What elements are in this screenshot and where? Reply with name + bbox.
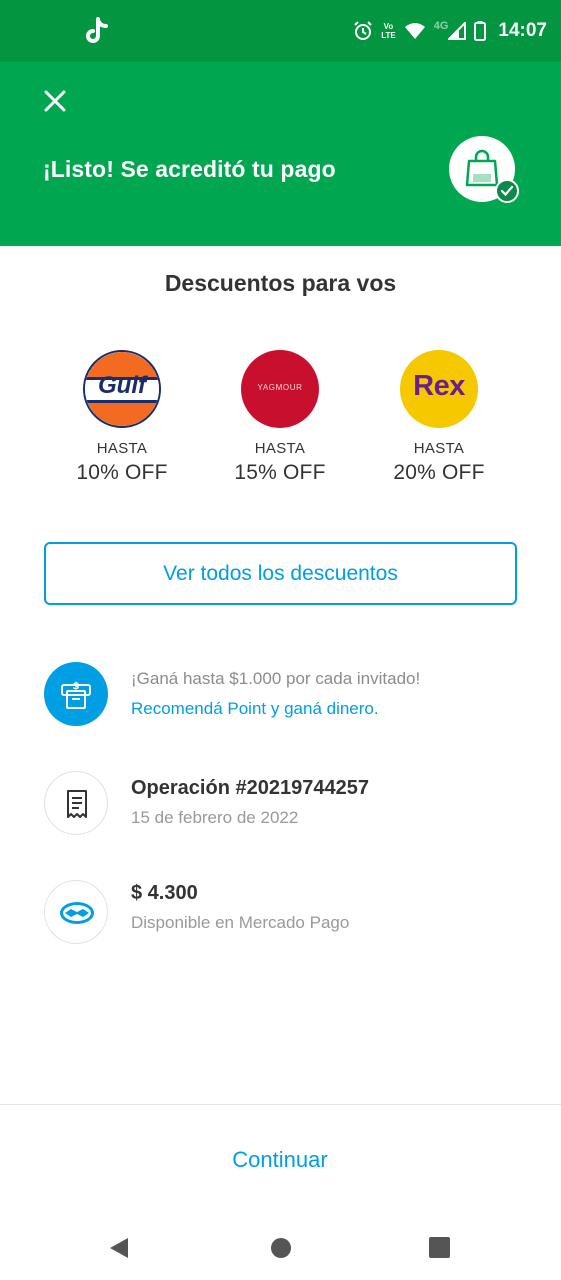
referral-text: ¡Ganá hasta $1.000 por cada invitado!	[131, 669, 421, 688]
discount-prefix: HASTA	[96, 440, 148, 457]
see-all-discounts-button[interactable]: Ver todos los descuentos	[44, 542, 517, 605]
balance-amount: $ 4.300	[131, 882, 198, 904]
referral-icon-circle: $	[44, 662, 108, 726]
network-type: 4G	[433, 20, 449, 32]
gulf-logo: Gulf	[83, 350, 161, 428]
discount-card-yagmour[interactable]: YAGMOUR HASTA 15% OFF	[200, 350, 360, 485]
status-bar: Vo LTE 4G 14:07	[0, 0, 561, 62]
point-device-icon: $	[61, 681, 91, 709]
alarm-icon	[354, 21, 372, 40]
battery-icon	[474, 21, 487, 41]
check-badge	[495, 179, 519, 203]
yagmour-logo: YAGMOUR	[241, 350, 319, 428]
discount-card-rex[interactable]: Rex HASTA 20% OFF	[359, 350, 519, 485]
signal-icon	[448, 22, 467, 40]
footer-divider	[0, 1104, 561, 1105]
referral-row: $ ¡Ganá hasta $1.000 por cada invitado! …	[0, 662, 561, 728]
discount-amount: 10% OFF	[76, 461, 168, 484]
operation-number: Operación #20219744257	[131, 777, 369, 799]
status-time: 14:07	[498, 20, 547, 41]
close-button[interactable]	[40, 86, 70, 116]
balance-row: $ 4.300 Disponible en Mercado Pago	[0, 880, 561, 946]
balance-caption: Disponible en Mercado Pago	[131, 913, 350, 932]
tiktok-icon	[86, 17, 108, 43]
recent-apps-icon[interactable]	[429, 1237, 450, 1258]
mercadopago-icon-circle	[44, 880, 108, 944]
back-icon[interactable]	[108, 1236, 130, 1260]
home-icon[interactable]	[271, 1238, 291, 1258]
discount-amount: 15% OFF	[234, 461, 326, 484]
shopping-bag-icon	[465, 149, 499, 187]
discount-amount: 20% OFF	[393, 461, 485, 484]
receipt-icon-circle	[44, 771, 108, 835]
mercadopago-handshake-icon	[60, 902, 94, 924]
check-icon	[500, 185, 514, 197]
referral-link[interactable]: Recomendá Point y ganá dinero.	[131, 699, 379, 719]
discount-card-gulf[interactable]: Gulf HASTA 10% OFF	[42, 350, 202, 485]
discount-prefix: HASTA	[254, 440, 306, 457]
receipt-icon	[67, 790, 87, 818]
system-nav-bar	[0, 1212, 561, 1280]
discounts-title: Descuentos para vos	[164, 270, 397, 296]
success-header: ¡Listo! Se acreditó tu pago	[0, 62, 561, 246]
wifi-icon	[404, 23, 425, 39]
continue-button[interactable]: Continuar	[180, 1140, 380, 1180]
svg-text:$: $	[73, 681, 80, 692]
operation-date: 15 de febrero de 2022	[131, 808, 299, 827]
operation-row: Operación #20219744257 15 de febrero de …	[0, 771, 561, 837]
page-title: ¡Listo! Se acreditó tu pago	[43, 156, 336, 182]
rex-logo: Rex	[400, 350, 478, 428]
discount-prefix: HASTA	[413, 440, 465, 457]
close-icon	[44, 90, 66, 112]
volte-indicator: Vo LTE	[381, 22, 396, 40]
